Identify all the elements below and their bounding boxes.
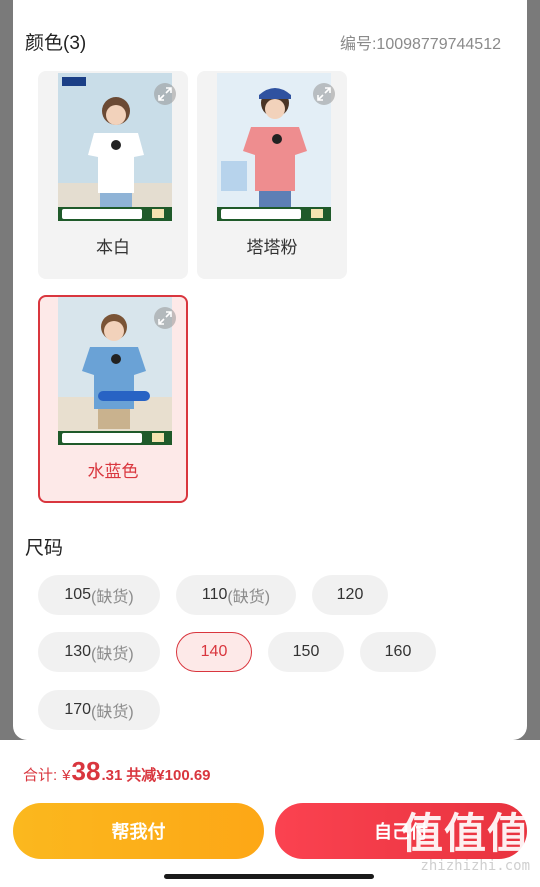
site-watermark: 值值值 [400,810,530,857]
currency-symbol: ¥ [62,767,71,784]
expand-icon[interactable] [154,307,176,329]
help-me-pay-button[interactable]: 帮我付 [13,803,264,859]
size-option-120[interactable]: 120 [312,575,388,615]
watermark-url: zhizhizhi.com [420,858,530,874]
color-section-title: 颜色(3) [25,33,87,54]
size-option-150[interactable]: 150 [268,632,344,672]
color-option-water-blue[interactable]: 水蓝色 [38,295,188,503]
size-option-160[interactable]: 160 [360,632,436,672]
checkout-bar: 合计: ¥ 38 .31 共减¥100.69 帮我付 自己付 值值值 zhizh… [0,740,540,887]
discount-amount: 共减¥100.69 [126,767,211,784]
promo-banner [58,207,172,221]
color-option-pink[interactable]: 塔塔粉 [197,71,347,279]
size-option-140[interactable]: 140 [176,632,252,672]
color-label: 本白 [96,238,130,257]
color-option-white[interactable]: 本白 [38,71,188,279]
promo-banner [58,431,172,445]
item-code: 编号:10098779744512 [339,36,501,53]
size-option-130[interactable]: 130 (缺货) [38,632,160,672]
expand-icon[interactable] [313,83,335,105]
home-indicator[interactable] [164,874,374,879]
size-option-105[interactable]: 105 (缺货) [38,575,160,615]
color-label: 塔塔粉 [246,238,298,257]
size-section-title: 尺码 [25,538,64,559]
color-label: 水蓝色 [87,462,139,481]
price-integer: 38 [71,756,101,786]
total-label: 合计: [23,767,58,784]
order-total: 合计: ¥ 38 .31 共减¥100.69 [23,756,211,787]
size-option-170[interactable]: 170 (缺货) [38,690,160,730]
price-decimal: .31 [101,767,123,784]
size-option-110[interactable]: 110 (缺货) [176,575,296,615]
promo-banner [217,207,331,221]
expand-icon[interactable] [154,83,176,105]
